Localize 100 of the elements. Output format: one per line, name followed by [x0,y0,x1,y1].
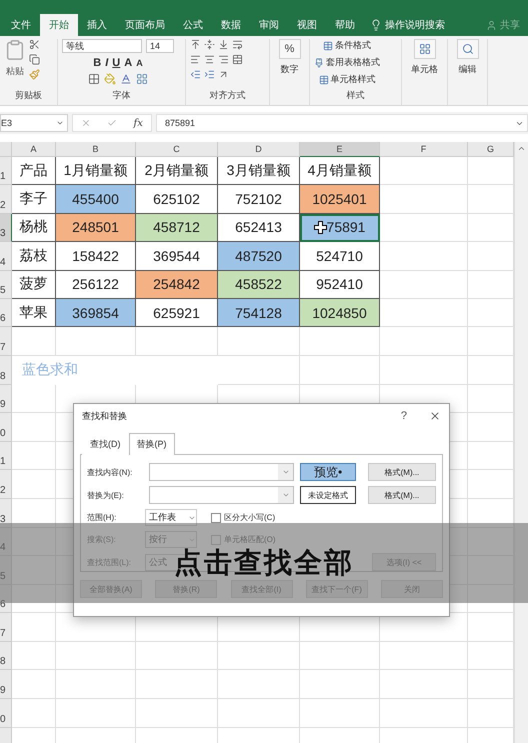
row-header[interactable]: 9 [0,384,12,414]
insert-function-button[interactable]: fx [134,118,143,128]
table-cell: 杨桃 [12,214,56,242]
ribbon-tab[interactable]: 插入 [78,14,116,36]
indent-increase-icon[interactable] [204,69,215,80]
format-button[interactable]: 格式(M)... [368,486,436,504]
align-top-icon[interactable] [190,39,201,50]
merge-icon[interactable] [232,54,243,65]
row-header[interactable]: 8 [0,642,12,670]
orientation-icon[interactable] [218,69,229,80]
font-size-field[interactable]: 14 [146,39,174,53]
dropdown-icon[interactable] [282,468,290,476]
format-button[interactable]: 格式(M)... [368,463,436,481]
ribbon-tab[interactable]: 文件 [2,14,40,36]
underline-button[interactable]: U [112,57,120,69]
table-cell: 荔枝 [12,242,56,271]
row-header[interactable]: 1 [0,157,12,186]
align-left-icon[interactable] [190,54,201,65]
formula-field[interactable]: 875891 [156,114,528,132]
row-header[interactable]: 4 [0,242,12,271]
font-name-field[interactable]: 等线 [62,39,142,53]
style-menu-item[interactable]: 条件格式 [335,39,371,52]
help-button[interactable]: ? [400,410,407,422]
dialog-tab[interactable]: 替换(P) [128,433,174,455]
align-center-icon[interactable] [204,54,215,65]
table-cell: 455400 [56,185,136,214]
row-header[interactable]: 8 [0,356,12,385]
wrap-text-icon[interactable] [232,39,243,50]
style-menu-item[interactable]: 套用表格格式 [326,56,380,69]
phonetic-icon[interactable] [136,73,148,85]
style-icon[interactable] [318,74,328,84]
scissors-icon[interactable] [29,39,40,50]
table-cell: 1月销量额 [56,157,136,186]
row-header[interactable]: 9 [0,670,12,700]
column-header[interactable]: F [380,142,468,157]
style-menu-item[interactable]: 单元格样式 [330,73,376,86]
ribbon-tab[interactable]: 审阅 [250,14,288,36]
dropdown-icon[interactable] [282,491,290,499]
ribbon-tab[interactable]: 视图 [288,14,326,36]
align-bottom-icon[interactable] [218,39,229,50]
cells-button[interactable]: 单元格 [411,63,438,76]
italic-button[interactable]: I [105,57,108,69]
ribbon-tab[interactable]: 公式 [174,14,212,36]
row-header[interactable]: 2 [0,185,12,214]
scrollbar[interactable] [514,142,528,743]
name-box[interactable]: E3 [0,114,68,132]
style-icon[interactable] [323,40,333,50]
search-icon[interactable] [462,43,474,55]
align-right-icon[interactable] [218,54,229,65]
lightbulb-icon[interactable] [370,19,382,31]
ribbon-tab[interactable]: 开始 [40,14,78,36]
row-header[interactable]: 7 [0,613,12,642]
shrink-font-button[interactable]: A [136,58,143,68]
replace-field[interactable] [149,486,294,504]
grow-font-button[interactable]: A [124,57,132,69]
ribbon-tab[interactable]: 页面布局 [116,14,174,36]
ribbon-tab[interactable]: 帮助 [326,14,364,36]
bold-button[interactable]: B [93,57,102,69]
align-middle-icon[interactable] [204,39,215,50]
clipboard-icon[interactable] [4,39,26,61]
cells-icon[interactable] [418,43,430,55]
format-preview-button[interactable]: 未设定格式 [300,486,356,504]
row-header[interactable]: 5 [0,270,12,299]
number-button[interactable]: 数字 [280,63,298,76]
row-header[interactable]: 3 [0,498,12,528]
row-header[interactable]: 6 [0,298,12,328]
match-case-checkbox[interactable]: 区分大小写(C) [211,512,276,523]
scroll-up-icon[interactable] [517,144,526,153]
dropdown-icon[interactable] [56,119,64,127]
percent-icon[interactable]: % [278,39,300,59]
person-icon[interactable] [486,20,497,30]
row-header[interactable]: 2 [0,470,12,499]
paintbrush-icon[interactable] [29,69,40,80]
row-header[interactable]: 0 [0,413,12,442]
format-preview-button[interactable]: 预览• [300,463,356,481]
indent-decrease-icon[interactable] [190,69,201,80]
font-color-icon[interactable] [120,73,132,85]
row-header[interactable]: 3 [0,214,12,242]
column-header[interactable]: G [468,142,514,157]
border-icon[interactable] [88,73,100,85]
row-header[interactable]: 6 [0,584,12,614]
column-header[interactable]: E [300,142,380,157]
within-select[interactable]: 工作表 [145,509,197,526]
ribbon-tab[interactable]: 数据 [212,14,250,36]
close-icon[interactable] [429,410,441,422]
row-header[interactable]: 1 [0,442,12,470]
table-cell: 产品 [12,157,56,186]
paste-label[interactable]: 粘贴 [6,65,24,78]
column-header[interactable]: C [136,142,218,157]
row-header[interactable]: 0 [0,699,12,728]
style-icon[interactable] [314,58,324,68]
column-header[interactable]: D [218,142,300,157]
column-header[interactable]: A [12,142,56,157]
tell-me-search[interactable]: 操作说明搜索 [385,18,445,32]
row-header[interactable]: 7 [0,327,12,356]
find-field[interactable] [149,463,294,481]
editing-button[interactable]: 编辑 [458,63,476,76]
table-cell: 625102 [136,185,218,214]
column-header[interactable]: B [56,142,136,157]
copy-icon[interactable] [29,54,40,65]
